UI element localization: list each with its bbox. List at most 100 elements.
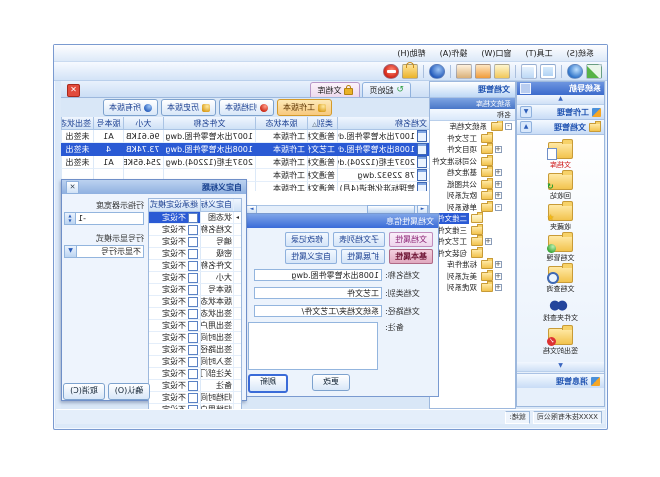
- tree-expander-icon[interactable]: +: [495, 192, 502, 199]
- inherit-checkbox[interactable]: [188, 333, 198, 343]
- caption-grid-row[interactable]: 签出状态 不设定: [149, 308, 241, 320]
- contact-card-icon[interactable]: [494, 64, 510, 79]
- caption-grid-row[interactable]: 关注部门 不设定: [149, 368, 241, 380]
- tree-node[interactable]: - 单板系列: [430, 202, 515, 214]
- tree-expander-icon[interactable]: +: [495, 181, 502, 188]
- change-button[interactable]: 更改: [312, 374, 350, 391]
- menu-tools[interactable]: 工具(T): [519, 47, 560, 60]
- caption-grid-row[interactable]: 编号 不设定: [149, 236, 241, 248]
- inherit-checkbox[interactable]: [188, 345, 198, 355]
- sidebar-item-recycle-bin[interactable]: ↺ 回收站: [517, 170, 604, 201]
- inherit-checkbox[interactable]: [188, 309, 198, 319]
- tab-sub-docs[interactable]: 子文档列表: [333, 232, 385, 247]
- lock-icon[interactable]: [402, 64, 418, 79]
- column-header-file-name[interactable]: 文件名称: [163, 117, 255, 130]
- tab-doc-props[interactable]: 文档属性: [389, 232, 433, 247]
- tree-column-header[interactable]: 名称: [430, 109, 515, 121]
- table-row[interactable]: 2037主柜(12204).dwg 普通文档 工作版本 2037主柜(12204…: [61, 156, 429, 169]
- notes-card-icon[interactable]: [456, 64, 472, 79]
- row-number-mode-select[interactable]: 不显示行号 ▼: [64, 245, 144, 258]
- tree-node[interactable]: 二维文件: [430, 213, 515, 225]
- doc-category-field[interactable]: 工艺文件: [254, 287, 382, 299]
- caption-grid-row[interactable]: 文件名称 不设定: [149, 260, 241, 272]
- tab-custom-props[interactable]: 自定义属性: [285, 249, 337, 264]
- caption-grid-row[interactable]: 归档时间 不设定: [149, 392, 241, 404]
- column-header-checkout[interactable]: 签出状态: [61, 117, 93, 130]
- tree-node[interactable]: + 基准文档: [430, 167, 515, 179]
- tab-start-page[interactable]: ↻ 起始页: [362, 82, 411, 97]
- tree-expander-icon[interactable]: +: [495, 169, 502, 176]
- indicator-width-stepper[interactable]: -1 ▲▼: [64, 212, 144, 225]
- menu-help[interactable]: 帮助(H): [390, 47, 432, 60]
- tree-expander-icon[interactable]: +: [495, 146, 502, 153]
- sidebar-item-doc-manage[interactable]: 文档管理: [517, 232, 604, 263]
- confirm-button[interactable]: 确认(O): [108, 383, 150, 400]
- table-row[interactable]: 1008出水管零件图.dwg 工艺文件 工作版本 1008出水管零件图.dwg …: [61, 143, 429, 156]
- inherit-checkbox[interactable]: [188, 369, 198, 379]
- modules-icon[interactable]: [586, 64, 602, 79]
- tree-node[interactable]: 包装文件: [430, 248, 515, 260]
- caption-grid-row[interactable]: 版本状态 不设定: [149, 296, 241, 308]
- sidebar-item-doc-search[interactable]: 文档查询: [517, 263, 604, 294]
- globe-icon[interactable]: [567, 64, 583, 79]
- tree-node[interactable]: + 标准件库: [430, 259, 515, 271]
- inherit-checkbox[interactable]: [188, 261, 198, 271]
- spinner-icons[interactable]: ▲▼: [65, 213, 76, 224]
- inherit-checkbox[interactable]: [188, 237, 198, 247]
- tree-expander-icon[interactable]: -: [505, 123, 512, 130]
- nav-group-docs[interactable]: 文档管理 ▲: [517, 120, 604, 135]
- inherit-checkbox[interactable]: [188, 213, 198, 223]
- tree-node[interactable]: 三维文件: [430, 225, 515, 237]
- caption-grid-row[interactable]: 版本号 不设定: [149, 284, 241, 296]
- inherit-checkbox[interactable]: [188, 249, 198, 259]
- tab-doc-library[interactable]: 文档库: [310, 82, 360, 97]
- caption-grid-row[interactable]: 签出时间 不设定: [149, 332, 241, 344]
- menu-window[interactable]: 窗口(W): [474, 47, 518, 60]
- all-version-button[interactable]: 所有版本: [103, 99, 158, 116]
- column-header-size[interactable]: 大小: [123, 117, 163, 130]
- tree-expander-icon[interactable]: +: [495, 273, 502, 280]
- tree-node[interactable]: 公司标准文件: [430, 156, 515, 168]
- inherit-checkbox[interactable]: [188, 321, 198, 331]
- tree-expander-icon[interactable]: -: [495, 204, 502, 211]
- remark-textarea[interactable]: [248, 322, 378, 370]
- close-icon[interactable]: ✕: [66, 181, 79, 194]
- column-header-mode[interactable]: 继承设定模式: [149, 199, 200, 211]
- caption-grid-row[interactable]: 文档名称 不设定: [149, 224, 241, 236]
- address-book-icon[interactable]: [475, 64, 491, 79]
- column-header-version[interactable]: 版本号: [93, 117, 123, 130]
- menu-system[interactable]: 系统(S): [560, 47, 601, 60]
- menu-actions[interactable]: 操作(A): [433, 47, 475, 60]
- inherit-checkbox[interactable]: [188, 225, 198, 235]
- tree-node[interactable]: - 系统文档库: [430, 121, 515, 133]
- caption-grid-row[interactable]: 备注 不设定: [149, 380, 241, 392]
- tree-expander-icon[interactable]: +: [495, 284, 502, 291]
- chevron-down-icon[interactable]: ▼: [520, 106, 532, 118]
- tree-node[interactable]: + 美式系列: [430, 271, 515, 283]
- stop-icon[interactable]: [383, 64, 399, 79]
- tree-node[interactable]: + 工艺文件: [430, 236, 515, 248]
- caption-grid-row[interactable]: 签入时间 不设定: [149, 356, 241, 368]
- caption-grid-row[interactable]: ▸ 状态图 不设定: [149, 212, 241, 224]
- nav-scroll-up[interactable]: ▲: [517, 95, 604, 105]
- nav-scroll-down[interactable]: ▼: [517, 362, 604, 372]
- tab-change-log[interactable]: 修改记录: [285, 232, 329, 247]
- caption-grid-row[interactable]: 签出用户 不设定: [149, 320, 241, 332]
- history-version-button[interactable]: 历史版本: [161, 99, 216, 116]
- refresh-button[interactable]: 刷新: [248, 374, 288, 393]
- sidebar-item-checked-out[interactable]: ✓ 签出的文档: [517, 325, 604, 356]
- caption-grid-row[interactable]: 签出路径 不设定: [149, 344, 241, 356]
- column-header-category[interactable]: 类别△: [307, 117, 337, 130]
- column-header-doc-name[interactable]: 文档名称: [337, 117, 429, 130]
- inherit-checkbox[interactable]: [188, 357, 198, 367]
- cascade-windows-icon[interactable]: [521, 64, 537, 79]
- column-header-version-state[interactable]: 版本状态: [255, 117, 307, 130]
- caption-grid-row[interactable]: 大小 不设定: [149, 272, 241, 284]
- tree-expander-icon[interactable]: +: [495, 261, 502, 268]
- inherit-checkbox[interactable]: [188, 273, 198, 283]
- tree-node[interactable]: + 公共图纸: [430, 179, 515, 191]
- cancel-button[interactable]: 取消(C): [63, 383, 105, 400]
- column-header-caption[interactable]: 自定义标题: [200, 199, 233, 211]
- inherit-checkbox[interactable]: [188, 381, 198, 391]
- doc-path-field[interactable]: 系统文档夹/工艺文件/: [254, 305, 382, 317]
